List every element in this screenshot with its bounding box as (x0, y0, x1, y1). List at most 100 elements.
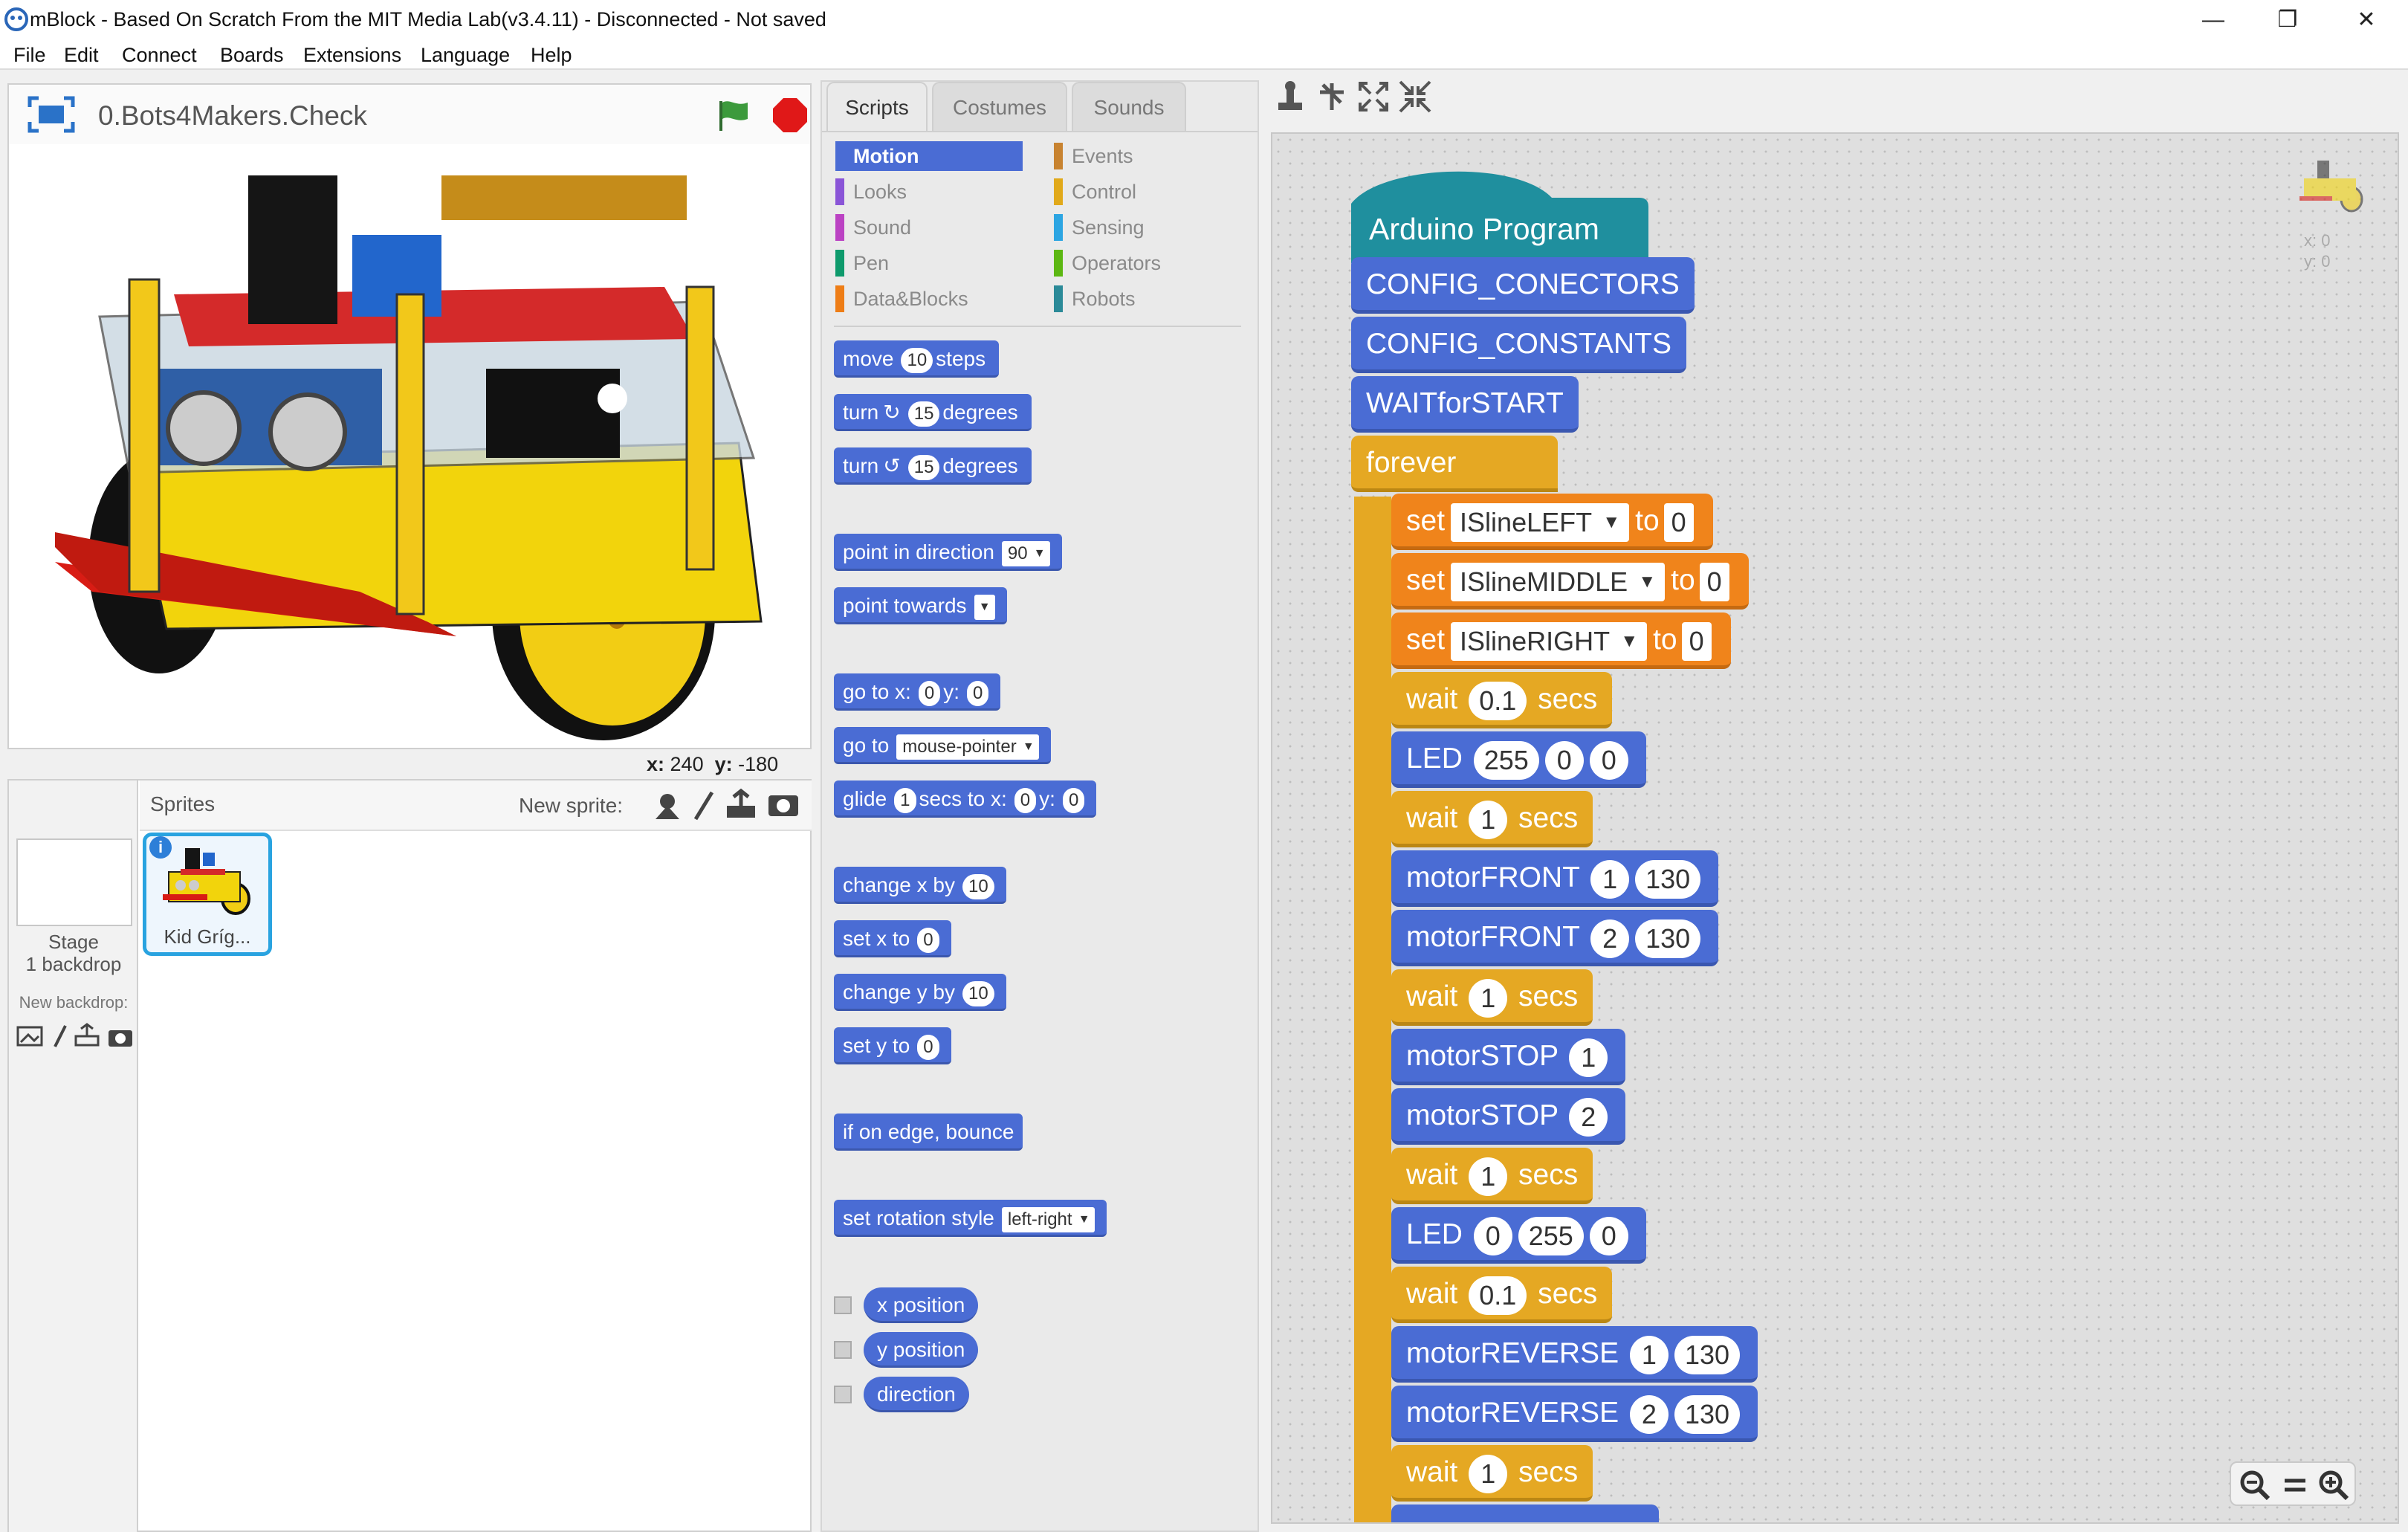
sprite-tile[interactable]: i Kid Gríg... (143, 833, 272, 956)
category-pen[interactable]: Pen (835, 248, 1023, 278)
checkbox-direction[interactable] (834, 1386, 852, 1403)
stop-icon[interactable] (771, 97, 809, 134)
block-go-to-xy[interactable]: go to x: 0 y: 0 (834, 673, 1001, 711)
menu-help[interactable]: Help (531, 40, 572, 70)
draw-backdrop-icon (54, 1025, 67, 1047)
current-sprite-thumbnail (2299, 161, 2363, 213)
project-name[interactable]: 0.Bots4Makers.Check (98, 100, 367, 132)
delete-cut-icon[interactable] (1315, 80, 1348, 113)
block-arduino-program[interactable]: Arduino Program (1369, 201, 1599, 257)
block-led[interactable]: LED 255 0 0 (1391, 731, 1646, 788)
tab-sounds[interactable]: Sounds (1072, 82, 1186, 131)
block-wait[interactable]: wait 1 secs (1391, 1148, 1593, 1204)
category-looks[interactable]: Looks (835, 177, 1023, 207)
block-wait[interactable]: wait 1 secs (1391, 969, 1593, 1026)
presentation-mode-icon[interactable] (27, 95, 76, 134)
block-wait[interactable]: wait 0.1 secs (1391, 1267, 1613, 1323)
duplicate-stamp-icon[interactable] (1274, 80, 1307, 113)
category-events[interactable]: Events (1054, 141, 1241, 171)
menu-extensions[interactable]: Extensions (303, 40, 401, 70)
block-motor-front[interactable]: motorFRONT 1 130 (1391, 850, 1719, 907)
category-data-blocks[interactable]: Data&Blocks (835, 284, 1023, 314)
block-motor-stop[interactable]: motorSTOP 1 (1391, 1029, 1626, 1085)
block-set-x[interactable]: set x to 0 (834, 920, 951, 957)
stage-canvas[interactable] (10, 146, 809, 745)
block-set-isline-left[interactable]: setISlineLEFTto0 (1391, 494, 1713, 550)
block-turn-left[interactable]: turn ↺ 15 degrees (834, 447, 1032, 485)
minimize-button[interactable]: — (2176, 0, 2250, 40)
camera-sprite-icon[interactable] (767, 789, 800, 819)
block-if-on-edge-bounce[interactable]: if on edge, bounce (834, 1114, 1023, 1151)
zoom-out-icon[interactable] (2239, 1469, 2271, 1502)
menu-connect[interactable]: Connect (122, 40, 197, 70)
block-forever[interactable]: forever (1351, 436, 1558, 492)
menu-boards[interactable]: Boards (220, 40, 284, 70)
block-motor-reverse[interactable]: motorREVERSE 2 130 (1391, 1386, 1758, 1442)
category-sound[interactable]: Sound (835, 213, 1023, 242)
grow-icon[interactable] (1357, 80, 1390, 113)
block-change-y[interactable]: change y by 10 (834, 974, 1006, 1011)
block-glide[interactable]: glide 1 secs to x: 0 y: 0 (834, 780, 1097, 818)
category-motion[interactable]: Motion (835, 141, 1023, 171)
category-operators[interactable]: Operators (1054, 248, 1241, 278)
title-bar: mBlock - Based On Scratch From the MIT M… (0, 0, 2408, 40)
menu-language[interactable]: Language (421, 40, 510, 70)
category-robots[interactable]: Robots (1054, 284, 1241, 314)
block-motor-stop[interactable]: motorSTOP 2 (1391, 1088, 1626, 1145)
script-sprite-xy: x: 0 y: 0 (2304, 231, 2331, 271)
block-wait[interactable]: wait 1 secs (1391, 791, 1593, 847)
block-point-in-direction[interactable]: point in direction 90 (834, 534, 1062, 571)
paint-backdrop-icon (16, 1026, 43, 1047)
checkbox-x-position[interactable] (834, 1296, 852, 1314)
upload-sprite-icon[interactable] (724, 788, 758, 821)
block-motor-reverse[interactable]: motorREVERSE 1 130 (1391, 1326, 1758, 1383)
robot-sprite-image (55, 175, 763, 740)
zoom-in-icon[interactable] (2317, 1469, 2350, 1502)
sprite-library-icon[interactable] (653, 789, 682, 822)
block-point-towards[interactable]: point towards (834, 587, 1007, 624)
reporter-y-position[interactable]: y position (864, 1332, 979, 1368)
restore-button[interactable]: ❐ (2250, 0, 2325, 40)
sprites-header: Sprites New sprite: (140, 780, 812, 831)
block-partial-offscreen[interactable] (1391, 1504, 1659, 1522)
tab-scripts[interactable]: Scripts (826, 82, 928, 131)
camera-backdrop-icon (109, 1030, 132, 1047)
new-sprite-label: New sprite: (519, 794, 624, 817)
category-control[interactable]: Control (1054, 177, 1241, 207)
script-area[interactable]: x: 0 y: 0 Arduino Program CONFIG_CONECTO… (1271, 132, 2399, 1524)
block-set-isline-right[interactable]: setISlineRIGHTto0 (1391, 613, 1731, 669)
shrink-icon[interactable] (1399, 80, 1431, 113)
block-set-rotation-style[interactable]: set rotation style left-right (834, 1200, 1107, 1237)
block-move-steps[interactable]: move 10 steps (834, 340, 1000, 378)
block-change-x[interactable]: change x by 10 (834, 867, 1006, 904)
turn-right-icon: ↻ (883, 401, 901, 424)
checkbox-y-position[interactable] (834, 1341, 852, 1359)
stage-thumbnail[interactable] (16, 838, 132, 926)
tab-costumes[interactable]: Costumes (932, 82, 1067, 131)
block-wait[interactable]: wait 1 secs (1391, 1445, 1593, 1502)
zoom-controls (2230, 1461, 2356, 1506)
close-button[interactable]: ✕ (2329, 0, 2404, 40)
block-motor-front[interactable]: motorFRONT 2 130 (1391, 910, 1719, 966)
menu-file[interactable]: File (13, 40, 46, 70)
menu-edit[interactable]: Edit (64, 40, 99, 70)
green-flag-icon[interactable] (715, 97, 752, 134)
block-config-conectors[interactable]: CONFIG_CONECTORS (1351, 257, 1695, 314)
block-go-to[interactable]: go to mouse-pointer (834, 727, 1051, 764)
block-set-y[interactable]: set y to 0 (834, 1027, 951, 1064)
block-set-isline-middle[interactable]: setISlineMIDDLEto0 (1391, 553, 1749, 610)
block-wait[interactable]: wait 0.1 secs (1391, 672, 1613, 728)
reporter-x-position[interactable]: x position (864, 1287, 979, 1323)
sprite-panel: Stage 1 backdrop New backdrop: Sprites N… (7, 779, 812, 1532)
reporter-direction[interactable]: direction (864, 1377, 969, 1412)
paint-sprite-icon[interactable] (693, 789, 715, 822)
zoom-reset-icon[interactable] (2279, 1469, 2311, 1502)
block-config-constants[interactable]: CONFIG_CONSTANTS (1351, 317, 1686, 373)
block-turn-right[interactable]: turn ↻ 15 degrees (834, 394, 1032, 431)
new-backdrop-label: New backdrop: (19, 993, 129, 1012)
block-led[interactable]: LED 0 255 0 (1391, 1207, 1646, 1264)
category-sensing[interactable]: Sensing (1054, 213, 1241, 242)
block-wait-for-start[interactable]: WAITforSTART (1351, 376, 1579, 433)
stage-header: 0.Bots4Makers.Check (9, 85, 810, 144)
forever-loop-arm (1354, 497, 1391, 1522)
